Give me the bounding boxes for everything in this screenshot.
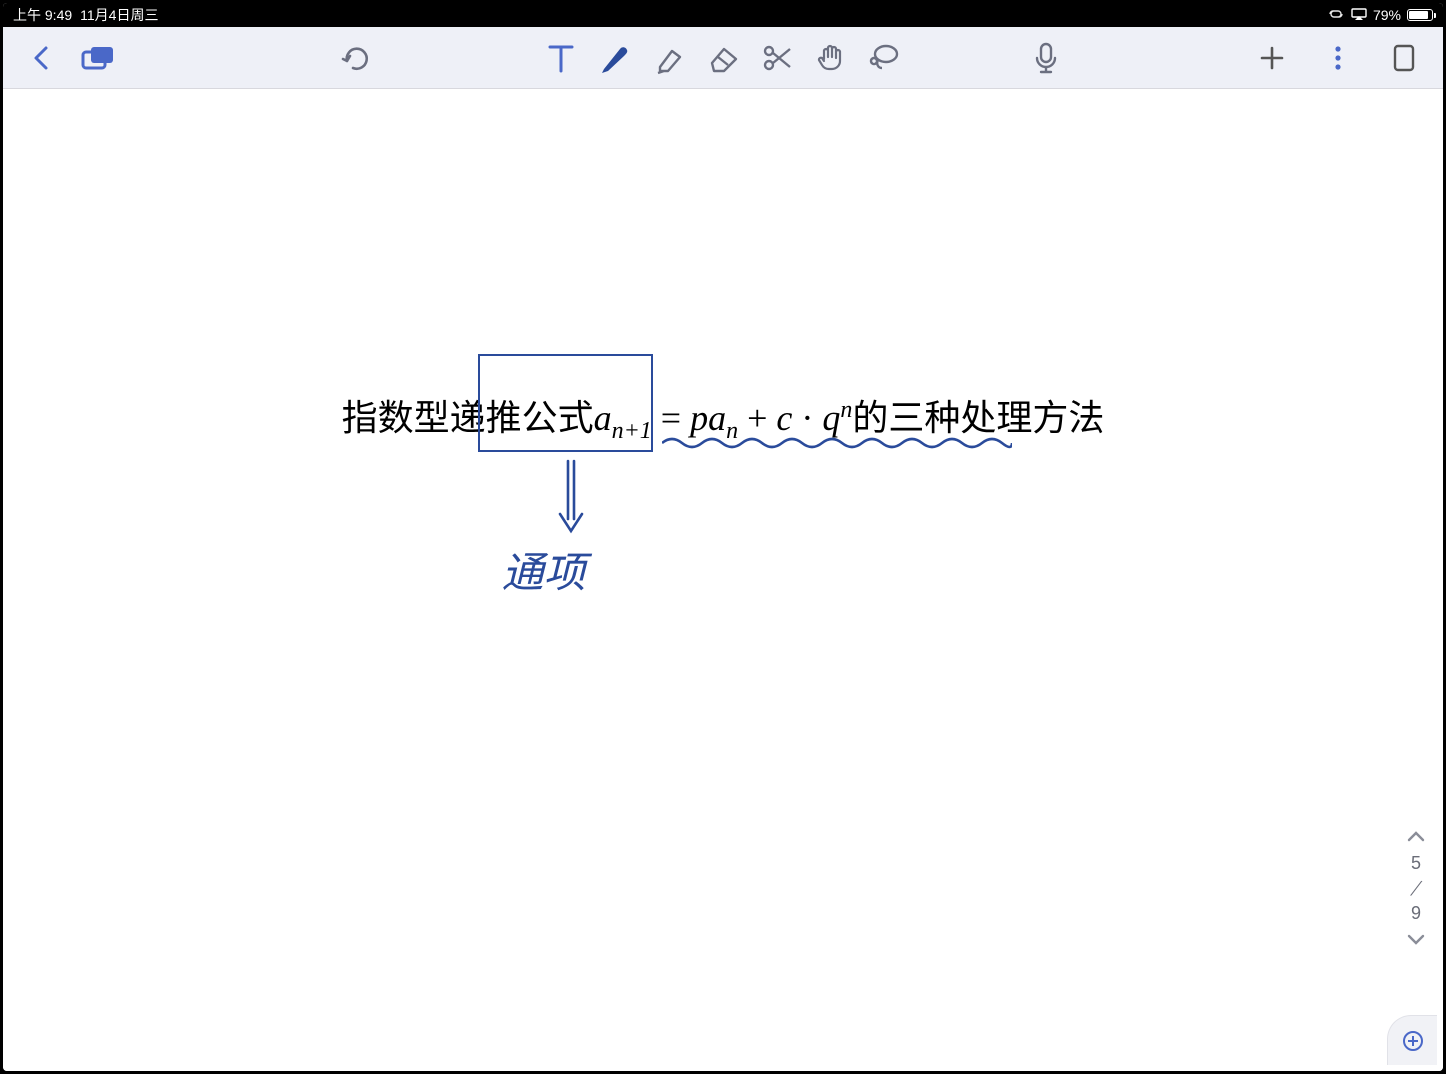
app-toolbar — [3, 27, 1443, 89]
more-button[interactable] — [1319, 39, 1357, 77]
text-prefix: 指数型 — [342, 398, 450, 438]
undo-button[interactable] — [335, 39, 373, 77]
text-suffix: 的三种处理方法 — [852, 398, 1104, 438]
pen-tool-button[interactable] — [596, 39, 634, 77]
page-view-button[interactable] — [1385, 39, 1423, 77]
add-button[interactable] — [1253, 39, 1291, 77]
battery-percent: 79% — [1373, 7, 1401, 23]
page-up-button[interactable] — [1407, 826, 1425, 847]
math-sub1: n+1 — [612, 418, 652, 444]
math-a2: a — [708, 398, 726, 438]
text-tool-button[interactable] — [542, 39, 580, 77]
math-eq: = — [652, 398, 690, 438]
tabs-button[interactable] — [79, 39, 117, 77]
math-supn: n — [840, 397, 852, 423]
battery-icon — [1407, 9, 1433, 21]
math-p: p — [690, 398, 708, 438]
formula-title: 指数型递推公式an+1 = pan + c · qn的三种处理方法 通项 — [342, 389, 1105, 445]
page-current: 5 — [1411, 853, 1421, 874]
eraser-tool-button[interactable] — [704, 39, 742, 77]
page-navigator: 5 ╱ 9 — [1407, 826, 1425, 951]
arrow-down-icon — [552, 459, 592, 539]
math-q: q — [822, 398, 840, 438]
link-icon — [1327, 7, 1345, 23]
math-a1: a — [594, 398, 612, 438]
mic-button[interactable] — [1027, 39, 1065, 77]
wavy-underline-icon — [662, 435, 1012, 451]
lasso-tool-button[interactable] — [866, 39, 904, 77]
highlighter-tool-button[interactable] — [650, 39, 688, 77]
page-down-button[interactable] — [1407, 930, 1425, 951]
handwritten-note: 通项 — [502, 539, 586, 600]
hand-tool-button[interactable] — [812, 39, 850, 77]
add-page-button[interactable] — [1387, 1015, 1437, 1065]
status-bar: 上午 9:49 11月4日周三 79% — [3, 3, 1443, 27]
status-time: 上午 9:49 — [13, 5, 72, 25]
page-separator: ╱ — [1410, 879, 1421, 897]
note-canvas[interactable]: 指数型递推公式an+1 = pan + c · qn的三种处理方法 通项 — [3, 89, 1443, 1071]
back-button[interactable] — [23, 39, 61, 77]
math-plus: + — [738, 398, 776, 438]
text-boxed: 递推公式 — [450, 398, 594, 438]
math-c: c — [776, 398, 792, 438]
page-total: 9 — [1411, 903, 1421, 924]
status-date: 11月4日周三 — [80, 5, 158, 25]
scissors-tool-button[interactable] — [758, 39, 796, 77]
math-dot: · — [792, 398, 822, 438]
airplay-icon — [1351, 7, 1367, 23]
